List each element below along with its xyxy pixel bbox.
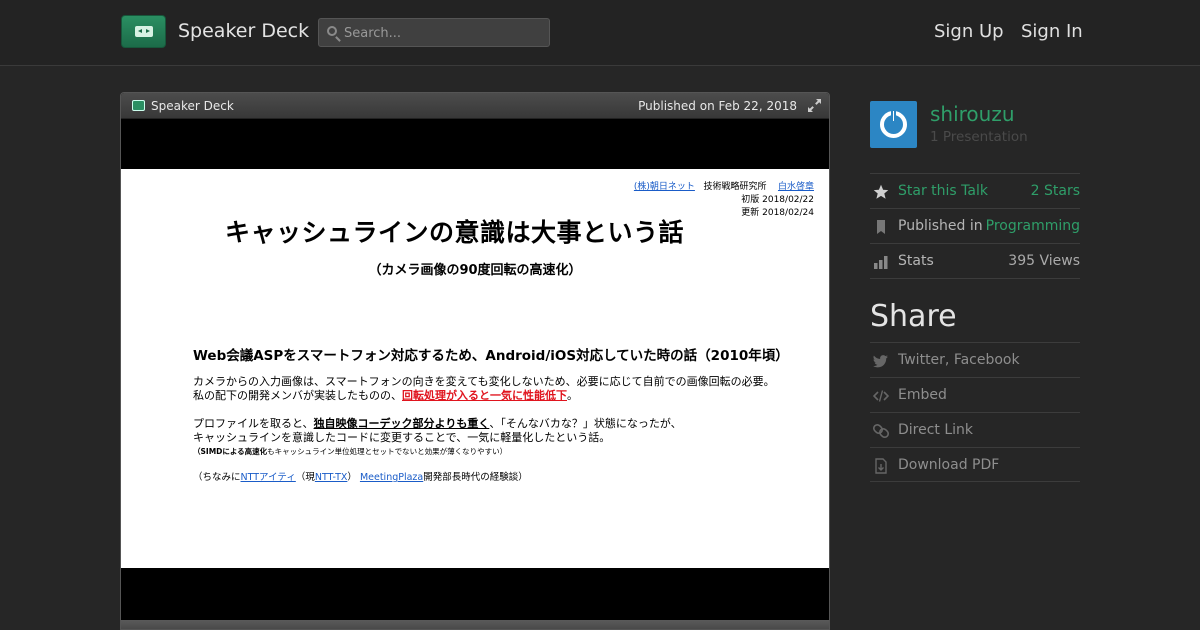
share-social-link[interactable]: Twitter, Facebook: [898, 352, 1020, 368]
speaker-deck-logo-icon[interactable]: [121, 15, 166, 48]
search-icon: [327, 26, 337, 36]
share-heading: Share: [870, 299, 957, 334]
twitter-bird-icon: [873, 355, 888, 368]
search-box[interactable]: [318, 18, 550, 47]
star-icon: [873, 184, 889, 199]
slide-footer-note: （ちなみにNTTアイティ（現NTT-TX） MeetingPlaza開発部長時代…: [193, 471, 528, 485]
text: （ちなみに: [193, 472, 241, 483]
text: 、「そんなバカな？」状態になったが、: [489, 417, 682, 430]
download-pdf-icon: [875, 458, 887, 474]
code-icon: [873, 390, 889, 402]
slide-title: キャッシュラインの意識は大事という話: [225, 218, 685, 247]
category-link[interactable]: Programming: [986, 218, 1080, 234]
player-brand[interactable]: Speaker Deck: [151, 99, 234, 113]
player-bottom-bar: [121, 620, 829, 629]
ntt-tx-link[interactable]: NTT-TX: [315, 472, 348, 483]
star-talk-row[interactable]: Star this Talk 2 Stars: [870, 173, 1080, 208]
slide-player[interactable]: Speaker Deck Published on Feb 22, 2018 (…: [120, 92, 830, 630]
highlight-bold-text: 独自映像コーデック部分よりも重く: [313, 417, 490, 430]
bookmark-icon: [877, 220, 885, 234]
author-link[interactable]: 白水啓章: [778, 182, 814, 192]
star-count: 2 Stars: [1030, 183, 1080, 199]
department: 技術戦略研究所: [703, 182, 767, 192]
slide-note: （SIMDによる高速化もキャッシュライン単位処理とセットでないと効果が薄くなりや…: [193, 446, 507, 457]
chain-link-icon: [873, 423, 889, 439]
note-text: もキャッシュライン単位処理とセットでないと効果が薄くなりやすい）: [267, 447, 508, 456]
download-pdf-link[interactable]: Download PDF: [898, 457, 999, 473]
slide-subtitle: （カメラ画像の90度回転の高速化）: [368, 263, 582, 278]
fullscreen-icon[interactable]: [808, 99, 821, 112]
presentation-count[interactable]: 1 Presentation: [930, 129, 1028, 145]
direct-link[interactable]: Direct Link: [898, 422, 973, 438]
search-input[interactable]: [344, 23, 544, 43]
direct-link-row[interactable]: Direct Link: [870, 412, 1080, 447]
star-this-talk-button[interactable]: Star this Talk: [898, 183, 988, 199]
brand-name[interactable]: Speaker Deck: [178, 20, 309, 42]
text: プロファイルを取ると、: [193, 417, 314, 430]
text: （現: [295, 472, 315, 483]
top-navigation-bar: Speaker Deck Sign Up Sign In: [0, 0, 1200, 66]
ntt-it-link[interactable]: NTTアイティ: [241, 472, 296, 483]
slide-page[interactable]: (株)朝日ネット 技術戦略研究所 白水啓章 初版 2018/02/22 更新 2…: [121, 169, 829, 568]
user-avatar[interactable]: [870, 101, 917, 148]
share-social-row[interactable]: Twitter, Facebook: [870, 342, 1080, 377]
player-toolbar: Speaker Deck Published on Feb 22, 2018: [121, 93, 829, 119]
text: 。: [567, 389, 578, 402]
slide-paragraph-2-line-1: プロファイルを取ると、独自映像コーデック部分よりも重く、「そんなバカな？」状態に…: [193, 417, 682, 431]
text: 私の配下の開発メンバが実装したものの、: [193, 389, 402, 402]
download-pdf-row[interactable]: Download PDF: [870, 447, 1080, 482]
slide-paragraph-1-line-1: カメラからの入力画像は、スマートフォンの向きを変えても変化しないため、必要に応じ…: [193, 375, 775, 388]
company-link[interactable]: (株)朝日ネット: [634, 182, 695, 192]
slide-paragraph-2-line-2: キャッシュラインを意識したコードに変更することで、一気に軽量化したという話。: [193, 431, 611, 444]
slide-heading: Web会議ASPをスマートフォン対応するため、Android/iOS対応していた…: [193, 348, 789, 364]
highlight-red-text: 回転処理が入ると一気に性能低下: [402, 389, 567, 402]
first-edition-date: 初版 2018/02/22: [741, 195, 814, 205]
stats-label: Stats: [898, 253, 934, 269]
published-date: Published on Feb 22, 2018: [638, 99, 797, 113]
text: ）: [347, 472, 357, 483]
sign-up-link[interactable]: Sign Up: [934, 21, 1004, 42]
embed-link[interactable]: Embed: [898, 387, 947, 403]
divider: [870, 278, 1080, 279]
note-bold: （SIMDによる高速化: [193, 447, 268, 456]
user-name-link[interactable]: shirouzu: [930, 102, 1015, 126]
view-count: 395 Views: [1008, 253, 1080, 269]
published-in-row: Published in Programming: [870, 208, 1080, 243]
text: 開発部長時代の経験談）: [423, 472, 528, 483]
sign-in-link[interactable]: Sign In: [1021, 21, 1083, 42]
embed-row[interactable]: Embed: [870, 377, 1080, 412]
published-in-label: Published in: [898, 218, 983, 234]
meetingplaza-link[interactable]: MeetingPlaza: [360, 472, 423, 483]
bar-chart-icon: [874, 256, 888, 269]
slide-paragraph-1-line-2: 私の配下の開発メンバが実装したものの、回転処理が入ると一気に性能低下。: [193, 389, 578, 403]
stats-row: Stats 395 Views: [870, 243, 1080, 278]
speaker-deck-mini-logo-icon[interactable]: [132, 100, 145, 111]
